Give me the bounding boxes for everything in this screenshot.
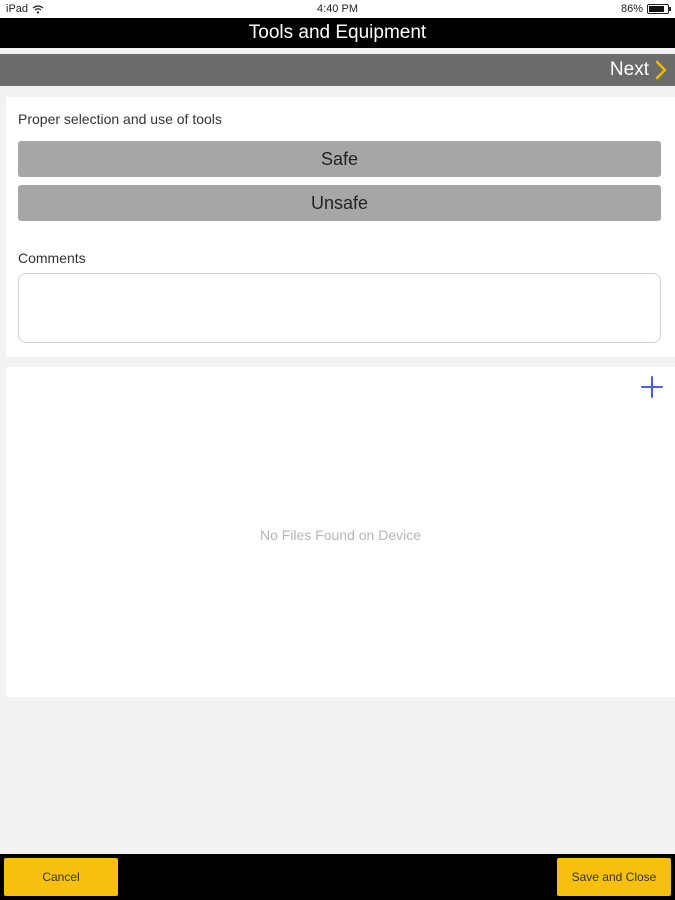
- chevron-right-icon: [655, 60, 667, 80]
- status-bar: iPad 4:40 PM 86%: [0, 0, 675, 18]
- next-label: Next: [609, 59, 649, 80]
- status-time: 4:40 PM: [317, 3, 358, 15]
- unsafe-button[interactable]: Unsafe: [18, 185, 661, 221]
- comments-field[interactable]: [18, 273, 661, 343]
- files-panel: No Files Found on Device: [6, 367, 675, 697]
- page-title: Tools and Equipment: [0, 18, 675, 48]
- battery-icon: [647, 4, 671, 14]
- plus-icon[interactable]: [639, 375, 665, 401]
- navigation-bar: Next: [0, 54, 675, 86]
- safe-button[interactable]: Safe: [18, 141, 661, 177]
- question-label: Proper selection and use of tools: [18, 111, 222, 127]
- question-panel: Proper selection and use of tools Safe U…: [6, 97, 675, 357]
- comments-label: Comments: [18, 250, 86, 266]
- battery-percent: 86%: [620, 3, 643, 15]
- cancel-button[interactable]: Cancel: [4, 858, 118, 896]
- empty-files-message: No Files Found on Device: [259, 527, 422, 543]
- status-right: 86%: [620, 3, 671, 15]
- next-button[interactable]: Next: [610, 54, 667, 86]
- save-and-close-button[interactable]: Save and Close: [557, 858, 671, 896]
- footer-bar: Cancel Save and Close: [0, 854, 675, 900]
